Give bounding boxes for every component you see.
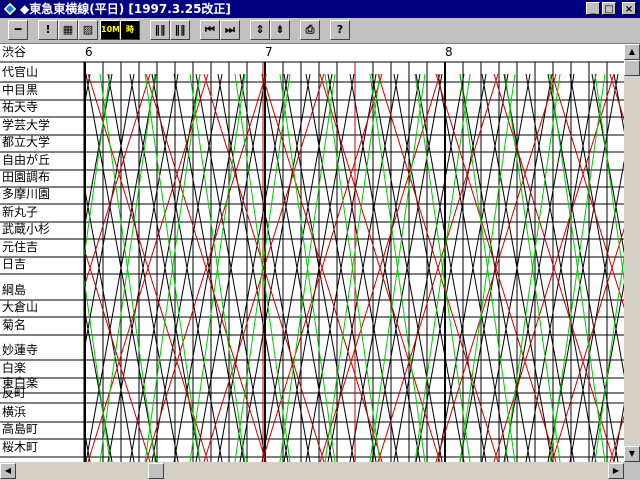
toolbar: ━! ▦ ▨ 10M 時 ‖‖ ‖‖ ⏮ ⏭ ⇕ ⇟ ⎙?: [0, 18, 640, 44]
horizontal-scrollbar[interactable]: ◀ ▶: [0, 462, 624, 480]
station-label: 元住吉: [2, 240, 39, 254]
ten-min-button[interactable]: 10M: [100, 20, 120, 40]
first-button[interactable]: ⏮: [200, 20, 220, 40]
expand-button[interactable]: ⇕: [250, 20, 270, 40]
exclaim-button[interactable]: !: [38, 20, 58, 40]
view-mode-button[interactable]: ━: [8, 20, 28, 40]
last-button[interactable]: ⏭: [220, 20, 240, 40]
station-label: 祐天寺: [2, 100, 39, 114]
station-label: 自由が丘: [2, 153, 51, 167]
maximize-button[interactable]: □: [602, 2, 616, 15]
station-label: 多摩川園: [2, 187, 51, 201]
station-label: 代官山: [2, 65, 39, 79]
station-label: 都立大学: [2, 135, 51, 149]
horizontal-scroll-thumb[interactable]: [148, 463, 164, 479]
header-station-label: 渋谷: [2, 45, 27, 59]
scroll-down-button[interactable]: ▼: [624, 446, 640, 462]
station-label: 桜木町: [2, 440, 39, 454]
train-diagram: [0, 44, 624, 462]
express-train-line: [551, 227, 624, 462]
station-label: 中目黒: [2, 83, 39, 97]
station-label: 日吉: [2, 257, 27, 271]
station-label: 白楽: [2, 361, 27, 375]
station-label: 菊名: [2, 318, 27, 332]
station-label: 大倉山: [2, 300, 39, 314]
diagonal-grid-button[interactable]: ▨: [78, 20, 98, 40]
vertical-scroll-thumb[interactable]: [624, 60, 640, 76]
hour-label: 7: [265, 45, 273, 59]
minimize-button[interactable]: _: [586, 2, 600, 15]
station-label: 高島町: [2, 422, 39, 436]
station-label: 反町: [2, 386, 27, 400]
grid-button[interactable]: ▦: [58, 20, 78, 40]
help-button[interactable]: ?: [330, 20, 350, 40]
hours-button[interactable]: 時: [120, 20, 140, 40]
local-train-line: [594, 73, 624, 283]
scroll-left-button[interactable]: ◀: [0, 463, 16, 479]
local-train-line: [594, 253, 624, 462]
station-label: 新丸子: [2, 205, 39, 219]
scroll-up-button[interactable]: ▲: [624, 44, 640, 60]
vertical-lines-2-button[interactable]: ‖‖: [170, 20, 190, 40]
station-label: 綱島: [2, 283, 27, 297]
scroll-right-button[interactable]: ▶: [608, 463, 624, 479]
window-title: ◆東急東横線(平日) [1997.3.25改正]: [20, 2, 231, 16]
app-icon: [2, 1, 18, 17]
vertical-lines-button[interactable]: ‖‖: [150, 20, 170, 40]
diagram-area: 渋谷 6 7 8 代官山中目黒祐天寺学芸大学都立大学自由が丘田園調布多摩川園新丸子武…: [0, 44, 624, 462]
collapse-button[interactable]: ⇟: [270, 20, 290, 40]
station-label: 田園調布: [2, 170, 51, 184]
print-button[interactable]: ⎙: [300, 20, 320, 40]
station-label: 学芸大学: [2, 118, 51, 132]
station-label: 妙蓮寺: [2, 343, 39, 357]
station-label: 横浜: [2, 405, 27, 419]
station-label: 武蔵小杉: [2, 222, 51, 236]
close-button[interactable]: ×: [622, 2, 636, 15]
express-train-line: [551, 73, 624, 309]
title-bar: ◆東急東横線(平日) [1997.3.25改正] _ □ ×: [0, 0, 640, 18]
hour-label: 6: [85, 45, 93, 59]
scroll-corner: [624, 462, 640, 480]
vertical-scrollbar[interactable]: ▲ ▼: [624, 44, 640, 462]
hour-label: 8: [445, 45, 453, 59]
